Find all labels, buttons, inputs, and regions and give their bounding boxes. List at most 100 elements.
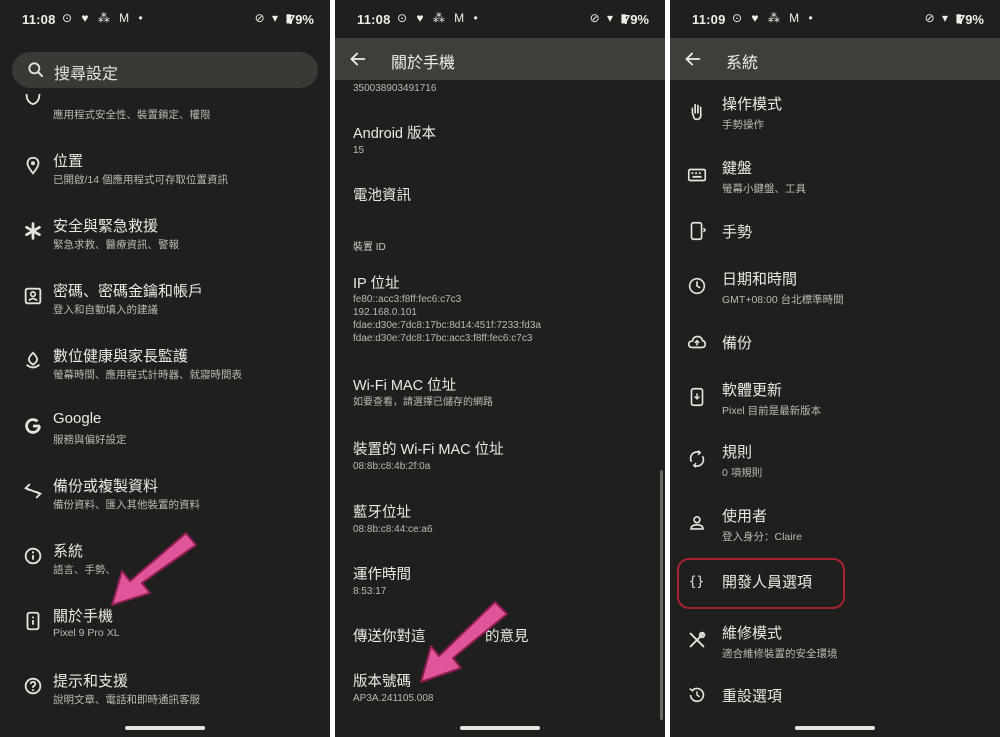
item-title: 裝置的 Wi-Fi MAC 位址 [353, 442, 504, 458]
system-item-title: 使用者 [722, 508, 768, 525]
system-item-users[interactable]: 使用者 登入身分：Claire [670, 505, 1000, 547]
settings-item-subtitle: 應用程式安全性、裝置鎖定、權限 [53, 109, 211, 121]
account-box-icon [22, 285, 44, 307]
item-value: 如要查看，請選擇已儲存的網路 [353, 397, 493, 408]
system-item-repair-mode[interactable]: 維修模式 適合維修裝置的安全環境 [670, 622, 1000, 664]
back-arrow-icon[interactable] [682, 48, 704, 70]
item-title: 藍牙位址 [353, 505, 411, 521]
notification-icons: ⊙ ♥ ⁂ M • [62, 11, 146, 25]
transfer-icon [22, 480, 44, 502]
notification-icons: ⊙ ♥ ⁂ M • [397, 11, 481, 25]
system-item-subtitle: 適合維修裝置的安全環境 [722, 648, 838, 660]
app-bar: 關於手機 [335, 38, 665, 80]
system-item-reset-options[interactable]: 重設選項 [670, 684, 1000, 714]
scrollbar[interactable] [660, 470, 663, 720]
settings-item-safety-emergency[interactable]: 安全與緊急救援 緊急求救、醫療資訊、警報 [0, 213, 330, 261]
settings-item-passwords-accounts[interactable]: 密碼、密碼金鑰和帳戶 登入和自動填入的建議 [0, 278, 330, 326]
phone-info-icon [22, 610, 44, 632]
imei-value: 350038903491716 [353, 83, 437, 94]
developer-options-highlight [677, 558, 845, 609]
system-item-navigation-mode[interactable]: 操作模式 手勢操作 [670, 93, 1000, 135]
system-item-backup[interactable]: 備份 [670, 331, 1000, 361]
system-item-title: 鍵盤 [722, 160, 753, 177]
settings-item-title: Google [53, 410, 102, 427]
settings-item-digital-wellbeing[interactable]: 數位健康與家長監護 螢幕時間、應用程式計時器、就寢時間表 [0, 343, 330, 391]
settings-item-security[interactable]: 應用程式安全性、裝置鎖定、權限 [0, 92, 330, 132]
gesture-nav-bar[interactable] [795, 726, 875, 730]
item-value: 08:8b:c8:44:ce:a6 [353, 524, 433, 535]
search-settings-bar[interactable]: 搜尋設定 [12, 52, 318, 88]
notification-icons: ⊙ ♥ ⁂ M • [732, 11, 816, 25]
uptime-item[interactable]: 運作時間 8:53:17 [335, 559, 665, 601]
settings-item-location[interactable]: 位置 已開啟/14 個應用程式可存取位置資訊 [0, 148, 330, 196]
battery-percent: 79% [957, 12, 984, 27]
settings-item-tips-support[interactable]: 提示和支援 說明文章、電話和即時通訊客服 [0, 668, 330, 716]
bluetooth-address-item[interactable]: 藍牙位址 08:8b:c8:44:ce:a6 [335, 497, 665, 539]
system-item-software-update[interactable]: 軟體更新 Pixel 目前是最新版本 [670, 379, 1000, 421]
ip-value: 192.168.0.101 [353, 307, 417, 318]
ip-value: fdae:d30e:7dc8:17bc:acc3:f8ff:fec6:c7c3 [353, 333, 533, 344]
page-title: 系統 [726, 55, 759, 72]
system-item-rules[interactable]: 規則 0 項規則 [670, 441, 1000, 483]
gesture-nav-bar[interactable] [125, 726, 205, 730]
android-version-item[interactable]: Android 版本 15 [335, 118, 665, 160]
phone-gesture-icon [686, 220, 708, 242]
item-title: Wi-Fi MAC 位址 [353, 378, 457, 394]
ip-value: fdae:d30e:7dc8:17bc:8d14:451f:7233:fd3a [353, 320, 541, 331]
status-time: 11:08 [357, 12, 391, 27]
system-item-subtitle: 登入身分：Claire [722, 531, 802, 543]
section-header: 裝置 ID [353, 242, 386, 253]
status-bar: 11:08 ⊙ ♥ ⁂ M • ⊘ ▾ ▮ 79% [0, 0, 330, 38]
system-item-title: 維修模式 [722, 625, 783, 642]
system-item-keyboard[interactable]: 鍵盤 螢幕小鍵盤、工具 [670, 157, 1000, 199]
help-icon [22, 675, 44, 697]
settings-item-title: 密碼、密碼金鑰和帳戶 [53, 283, 204, 300]
settings-item-subtitle: 緊急求救、醫療資訊、警報 [53, 239, 179, 251]
clock-icon [686, 275, 708, 297]
history-icon [686, 684, 708, 706]
settings-item-title: 備份或複製資料 [53, 478, 159, 495]
status-time: 11:08 [22, 12, 56, 27]
item-title: Android 版本 [353, 126, 437, 142]
system-update-icon [686, 386, 708, 408]
battery-info-item[interactable]: 電池資訊 [335, 180, 665, 210]
settings-item-google[interactable]: Google 服務與偏好設定 [0, 408, 330, 456]
system-item-date-time[interactable]: 日期和時間 GMT+08:00 台北標準時間 [670, 268, 1000, 310]
item-value: 8:53:17 [353, 586, 387, 597]
rules-icon [686, 448, 708, 470]
settings-item-subtitle: 登入和自動填入的建議 [53, 304, 158, 316]
search-placeholder: 搜尋設定 [54, 66, 119, 83]
search-icon [26, 60, 46, 80]
settings-item-title: 系統 [53, 543, 84, 560]
item-title: 運作時間 [353, 567, 411, 583]
settings-screen: 11:08 ⊙ ♥ ⁂ M • ⊘ ▾ ▮ 79% 搜尋設定 應用程式安全性、裝… [0, 0, 330, 737]
system-item-subtitle: 0 項規則 [722, 467, 763, 479]
wifi-mac-item[interactable]: Wi-Fi MAC 位址 如要查看，請選擇已儲存的網路 [335, 370, 665, 412]
settings-item-subtitle: 已開啟/14 個應用程式可存取位置資訊 [53, 174, 229, 186]
battery-percent: 79% [287, 12, 314, 27]
asterisk-icon [22, 220, 44, 242]
location-pin-icon [22, 155, 44, 177]
status-time: 11:09 [692, 12, 726, 27]
system-item-gestures[interactable]: 手勢 [670, 220, 1000, 250]
wellbeing-icon [22, 350, 44, 372]
device-wifi-mac-item[interactable]: 裝置的 Wi-Fi MAC 位址 08:8b:c8:4b:2f:0a [335, 434, 665, 476]
system-item-title: 備份 [722, 335, 753, 352]
back-arrow-icon[interactable] [347, 48, 369, 70]
settings-item-title: 位置 [53, 153, 84, 170]
item-value: AP3A.241105.008 [353, 693, 434, 704]
gesture-nav-bar[interactable] [460, 726, 540, 730]
settings-item-backup-copy[interactable]: 備份或複製資料 備份資料、匯入其他裝置的資料 [0, 473, 330, 521]
battery-percent: 79% [622, 12, 649, 27]
system-item-title: 重設選項 [722, 688, 783, 705]
item-title: IP 位址 [353, 276, 400, 292]
pink-arrow-annotation [111, 532, 197, 606]
settings-item-subtitle: Pixel 9 Pro XL [53, 627, 120, 639]
item-value: 08:8b:c8:4b:2f:0a [353, 461, 431, 472]
repair-tools-icon [686, 629, 708, 651]
item-title: 電池資訊 [353, 188, 411, 204]
info-icon [22, 545, 44, 567]
ip-address-item[interactable]: IP 位址 fe80::acc3:f8ff:fec6:c7c3 192.168.… [335, 268, 665, 348]
settings-item-subtitle: 說明文章、電話和即時通訊客服 [53, 694, 200, 706]
pink-arrow-annotation [420, 601, 508, 683]
